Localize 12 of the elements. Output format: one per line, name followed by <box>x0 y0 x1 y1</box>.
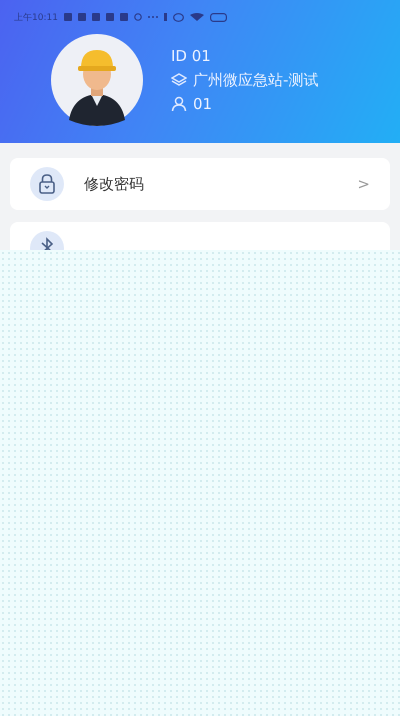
menu-label: 修改密码 <box>84 174 145 194</box>
user-icon <box>171 96 187 112</box>
lock-icon <box>30 167 64 201</box>
chevron-icon: > <box>357 175 370 193</box>
station-name: 广州微应急站-测试 <box>193 70 318 90</box>
user-number: 01 <box>193 94 212 114</box>
layers-icon <box>171 73 187 87</box>
battery-icon <box>210 12 227 22</box>
status-time: 上午10:11 <box>14 12 58 24</box>
menu-item[interactable]: 修改密码 > <box>10 158 390 210</box>
wifi-icon <box>190 13 204 21</box>
user-id: ID 01 <box>171 46 212 66</box>
